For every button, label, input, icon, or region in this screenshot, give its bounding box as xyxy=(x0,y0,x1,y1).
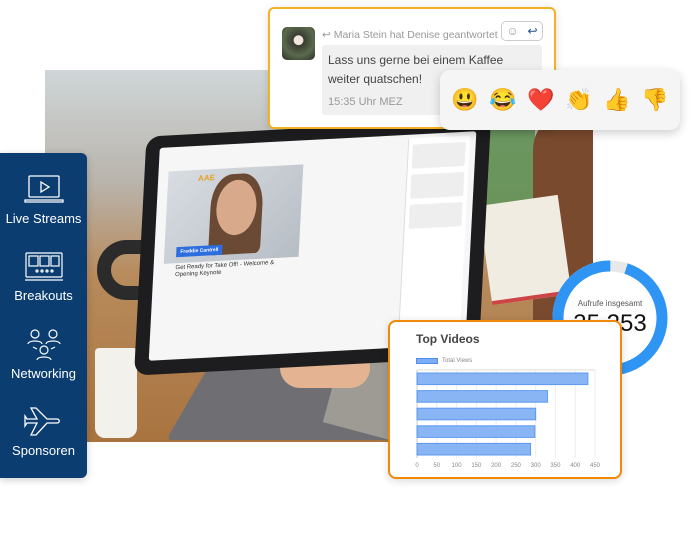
laptop-play-icon xyxy=(23,175,64,203)
sidebar-item-breakouts[interactable]: Breakouts xyxy=(0,250,87,303)
reaction-smile-icon[interactable]: 😃 xyxy=(451,87,478,113)
smiley-icon[interactable]: ☺ xyxy=(506,24,518,38)
sidebar-item-label: Sponsoren xyxy=(12,442,75,458)
x-tick-label: 200 xyxy=(491,463,502,469)
reaction-thumbs-down-icon[interactable]: 👎 xyxy=(641,87,668,113)
sidebar-item-networking[interactable]: Networking xyxy=(0,328,87,381)
top-videos-card: Top Videos Total Views 0 50 100 150 200 250 30… xyxy=(388,320,622,479)
people-network-icon xyxy=(26,329,61,360)
bar xyxy=(416,407,537,421)
bar xyxy=(416,442,532,456)
reply-meta-text: Maria Stein hat Denise geantwortet xyxy=(333,29,498,41)
message-actions: ☺ ↩ xyxy=(501,21,543,41)
x-tick-label: 50 xyxy=(433,463,440,469)
video-grid-icon xyxy=(24,252,63,281)
reaction-laugh-icon[interactable]: 😂 xyxy=(489,87,516,113)
x-tick-label: 350 xyxy=(550,463,561,469)
x-tick-label: 300 xyxy=(531,463,542,469)
reaction-clap-icon[interactable]: 👏 xyxy=(565,87,592,113)
x-tick-label: 0 xyxy=(415,463,419,469)
avatar xyxy=(282,27,315,60)
sidebar-item-label: Networking xyxy=(10,365,77,381)
sidebar-item-label: Breakouts xyxy=(14,288,73,304)
bar xyxy=(416,372,589,386)
event-logo: AAE xyxy=(197,173,216,183)
x-tick-label: 250 xyxy=(511,463,522,469)
reaction-bar: 😃 😂 ❤️ 👏 👍 👎 xyxy=(440,70,680,130)
sidebar: Live Streams Breakouts Networking Sponso… xyxy=(0,153,87,478)
x-tick-label: 450 xyxy=(590,463,601,469)
message-time: 15:35 Uhr MEZ xyxy=(328,96,403,108)
reaction-heart-icon[interactable]: ❤️ xyxy=(527,87,554,113)
x-tick-label: 400 xyxy=(570,463,581,469)
x-tick-label: 150 xyxy=(471,463,482,469)
total-views-label: Aufrufe insgesamt xyxy=(577,298,643,308)
sidebar-item-label: Live Streams xyxy=(5,211,82,227)
bar xyxy=(416,390,549,403)
reaction-thumbs-up-icon[interactable]: 👍 xyxy=(603,87,630,113)
reply-icon: ↩ xyxy=(322,29,334,41)
sidebar-item-live-streams[interactable]: Live Streams xyxy=(0,173,87,226)
chat-pane xyxy=(397,135,471,342)
reply-meta: ↩ Maria Stein hat Denise geantwortet xyxy=(322,29,498,41)
bar-chart: 0 50 100 150 200 250 300 350 400 450 xyxy=(415,369,601,469)
session-title: Get Ready for Take Off! - Welcome & Open… xyxy=(174,260,275,279)
coffee-cup xyxy=(95,348,137,438)
reply-icon[interactable]: ↩ xyxy=(528,24,538,38)
x-tick-label: 100 xyxy=(452,463,463,469)
bar xyxy=(416,425,536,438)
sidebar-item-sponsoren[interactable]: Sponsoren xyxy=(0,405,87,458)
airplane-icon xyxy=(23,407,60,436)
